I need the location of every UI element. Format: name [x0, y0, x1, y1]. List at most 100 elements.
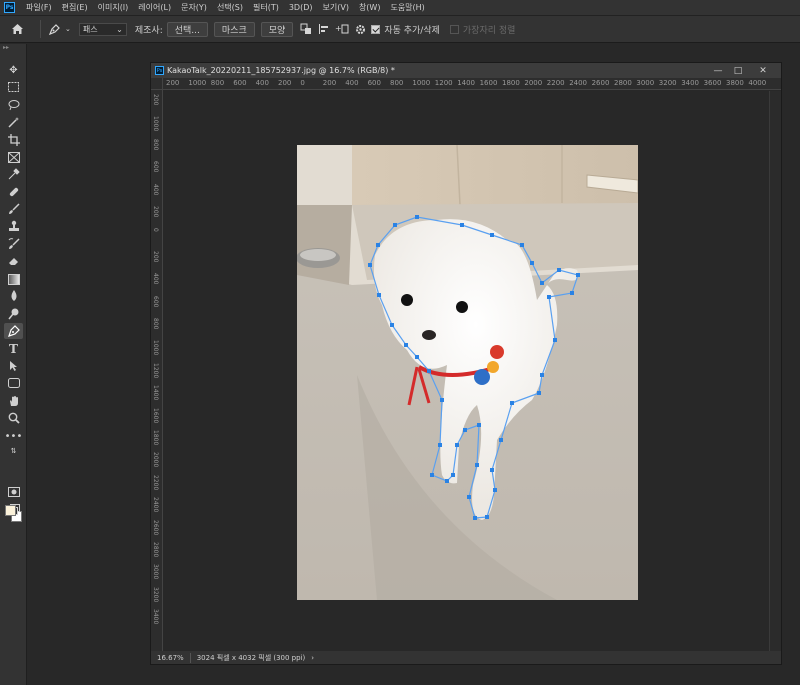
tool-mode-select[interactable]: 패스 ⌄ [78, 22, 127, 36]
pen-tool-icon[interactable] [47, 22, 61, 36]
lasso-tool-icon[interactable] [4, 97, 23, 113]
zoom-tool-icon[interactable] [4, 410, 23, 426]
healing-brush-tool-icon[interactable] [4, 184, 23, 200]
menu-filter[interactable]: 필터(T) [248, 2, 284, 13]
history-brush-tool-icon[interactable] [4, 236, 23, 252]
dog-photo-canvas[interactable] [297, 145, 638, 600]
dodge-tool-icon[interactable] [4, 306, 23, 322]
anchor-point[interactable] [451, 473, 455, 477]
anchor-point[interactable] [376, 243, 380, 247]
panel-grip-icon[interactable]: ▸▸ [3, 44, 23, 51]
home-icon[interactable] [10, 22, 24, 36]
anchor-point[interactable] [455, 443, 459, 447]
crop-tool-icon[interactable] [4, 132, 23, 148]
path-selection-tool-icon[interactable] [4, 358, 23, 374]
close-button[interactable]: ✕ [753, 63, 773, 78]
minimize-button[interactable]: — [708, 63, 728, 78]
frame-tool-icon[interactable] [4, 149, 23, 165]
anchor-point[interactable] [473, 516, 477, 520]
anchor-point[interactable] [490, 233, 494, 237]
anchor-point[interactable] [445, 479, 449, 483]
magic-wand-tool-icon[interactable] [4, 114, 23, 130]
anchor-point[interactable] [415, 355, 419, 359]
menu-3d[interactable]: 3D(D) [284, 3, 318, 12]
anchor-point[interactable] [368, 263, 372, 267]
marquee-tool-icon[interactable] [4, 79, 23, 95]
auto-add-delete-checkbox[interactable] [371, 24, 381, 34]
anchor-point[interactable] [390, 323, 394, 327]
menu-view[interactable]: 보기(V) [318, 2, 354, 13]
tool-preset-chevron-icon[interactable]: ⌄ [65, 25, 71, 33]
move-tool-icon[interactable]: ✥ [4, 62, 23, 78]
make-shape-button[interactable]: 모양 [260, 21, 294, 37]
anchor-point[interactable] [477, 423, 481, 427]
hand-tool-icon[interactable] [4, 393, 23, 409]
menu-help[interactable]: 도움말(H) [385, 2, 429, 13]
make-mask-button[interactable]: 마스크 [213, 21, 255, 37]
path-arrangement-icon[interactable]: + [335, 22, 349, 36]
anchor-point[interactable] [460, 223, 464, 227]
anchor-point[interactable] [510, 401, 514, 405]
make-selection-button[interactable]: 선택... [166, 21, 208, 37]
anchor-point[interactable] [537, 391, 541, 395]
pen-tool-button[interactable] [4, 323, 23, 339]
anchor-point[interactable] [467, 495, 471, 499]
anchor-point[interactable] [570, 291, 574, 295]
anchor-point[interactable] [530, 261, 534, 265]
anchor-point[interactable] [404, 343, 408, 347]
vertical-scrollbar[interactable] [769, 91, 781, 651]
blur-tool-icon[interactable] [4, 288, 23, 304]
anchor-point[interactable] [475, 463, 479, 467]
rectangle-tool-icon[interactable] [4, 375, 23, 391]
menu-select[interactable]: 선택(S) [212, 2, 248, 13]
anchor-point[interactable] [463, 428, 467, 432]
anchor-point[interactable] [485, 515, 489, 519]
menu-image[interactable]: 이미지(I) [93, 2, 134, 13]
anchor-point[interactable] [490, 468, 494, 472]
horizontal-ruler[interactable]: 200 1000 800 600 400 200 0 200 400 600 800 1000 1200… [163, 78, 781, 90]
anchor-point[interactable] [427, 369, 431, 373]
anchor-point[interactable] [440, 398, 444, 402]
anchor-point[interactable] [557, 268, 561, 272]
menu-layer[interactable]: 레이어(L) [133, 2, 176, 13]
anchor-point[interactable] [499, 438, 503, 442]
path-operations-icon[interactable] [299, 22, 313, 36]
swap-colors-icon[interactable]: ⇅ [4, 446, 23, 456]
menu-edit[interactable]: 편집(E) [57, 2, 93, 13]
type-tool-icon[interactable]: T [4, 341, 23, 357]
eyedropper-tool-icon[interactable] [4, 166, 23, 182]
align-edges-checkbox[interactable] [449, 24, 459, 34]
menu-window[interactable]: 창(W) [354, 2, 386, 13]
ruler-origin[interactable] [151, 78, 163, 90]
clone-stamp-tool-icon[interactable] [4, 218, 23, 234]
ruler-tick-label: 3200 [152, 586, 159, 603]
gradient-tool-icon[interactable] [4, 271, 23, 287]
canvas-area[interactable] [164, 91, 768, 651]
gear-icon[interactable] [353, 22, 367, 36]
anchor-point[interactable] [415, 215, 419, 219]
foreground-color-swatch[interactable] [5, 505, 16, 516]
anchor-point[interactable] [553, 338, 557, 342]
quick-mask-icon[interactable] [4, 484, 23, 500]
anchor-point[interactable] [493, 488, 497, 492]
anchor-point[interactable] [430, 473, 434, 477]
status-menu-arrow-icon[interactable]: › [311, 654, 314, 662]
anchor-point[interactable] [576, 273, 580, 277]
anchor-point[interactable] [377, 293, 381, 297]
more-tools-icon[interactable]: ••• [4, 428, 23, 444]
anchor-point[interactable] [540, 373, 544, 377]
eraser-tool-icon[interactable] [4, 253, 23, 269]
menu-file[interactable]: 파일(F) [21, 2, 57, 13]
zoom-level[interactable]: 16.67% [157, 654, 184, 662]
anchor-point[interactable] [547, 295, 551, 299]
anchor-point[interactable] [393, 223, 397, 227]
brush-tool-icon[interactable] [4, 201, 23, 217]
path-alignment-icon[interactable] [317, 22, 331, 36]
anchor-point[interactable] [520, 243, 524, 247]
document-tab[interactable]: Ps KakaoTalk_20220211_185752937.jpg @ 16… [151, 63, 781, 78]
restore-button[interactable]: □ [728, 63, 748, 78]
vertical-ruler[interactable]: 200 1000 800 600 400 200 0 200 400 600 800 1000 1200… [151, 90, 163, 653]
anchor-point[interactable] [540, 281, 544, 285]
anchor-point[interactable] [438, 443, 442, 447]
menu-type[interactable]: 문자(Y) [176, 2, 212, 13]
